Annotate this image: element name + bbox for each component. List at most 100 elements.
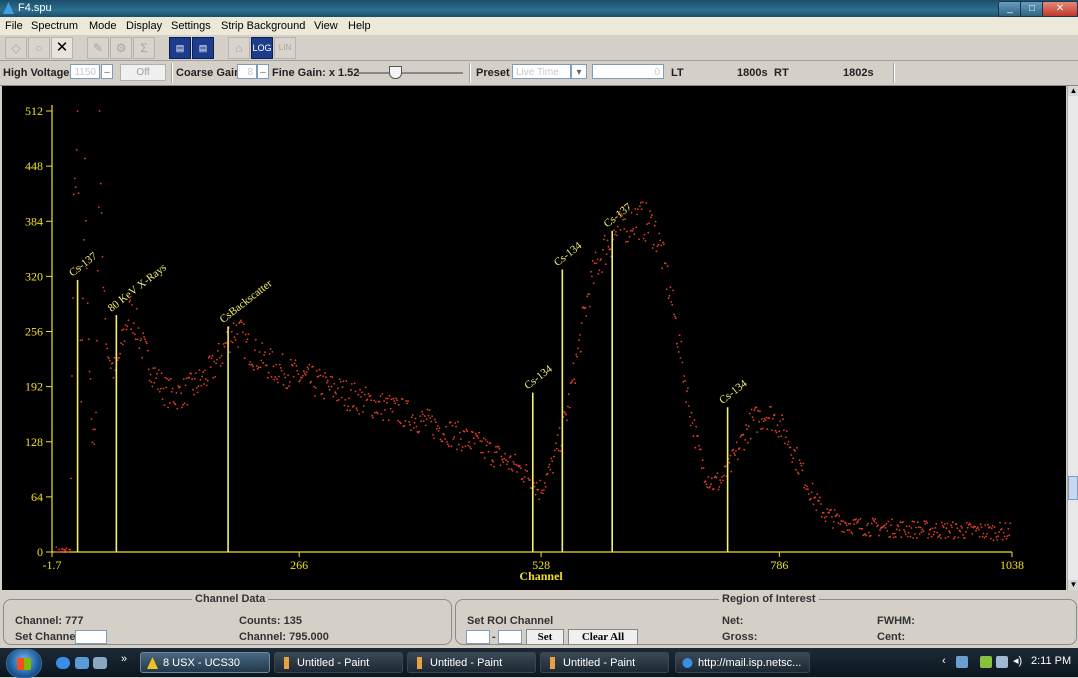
preset-select[interactable]: Live Time (512, 64, 571, 79)
pencil-icon[interactable]: ✎ (87, 37, 109, 59)
minimize-button[interactable]: _ (998, 1, 1022, 17)
data-point (259, 366, 262, 368)
move-icon[interactable]: ◇ (5, 37, 27, 59)
vertical-scrollbar[interactable]: ▲ ▼ (1067, 86, 1078, 590)
taskbar-item[interactable]: http://mail.isp.netsc... (675, 652, 810, 673)
doc-copy-icon[interactable]: ▤ (192, 37, 214, 59)
menu-file[interactable]: File (5, 20, 23, 32)
menu-mode[interactable]: Mode (89, 20, 117, 32)
roi-end-input[interactable] (498, 630, 522, 644)
data-point (897, 525, 900, 528)
data-point (579, 350, 582, 353)
sigma-icon[interactable]: Σ (133, 37, 155, 59)
data-point (874, 518, 877, 520)
data-point (104, 318, 107, 320)
close-x-icon[interactable]: ✕ (51, 37, 73, 59)
data-point (73, 193, 75, 196)
data-point (945, 527, 948, 530)
scroll-up-icon[interactable]: ▲ (1068, 86, 1078, 96)
coarse-gain-spinner[interactable]: ‒ (257, 64, 269, 79)
menu-view[interactable]: View (314, 20, 338, 32)
set-roi-button[interactable]: Set (526, 629, 564, 645)
close-button[interactable]: ✕ (1042, 1, 1078, 17)
coarse-gain-field[interactable]: 8 (237, 64, 257, 79)
data-point (70, 477, 72, 480)
update-icon[interactable] (980, 656, 992, 668)
tray-chevron-icon[interactable]: ‹ (942, 655, 946, 667)
menu-strip-background[interactable]: Strip Background (221, 20, 305, 32)
taskbar-item[interactable]: 8 USX - UCS30 (140, 652, 270, 673)
data-point (427, 414, 430, 417)
taskbar-item[interactable]: Untitled - Paint (407, 652, 536, 673)
data-point (586, 295, 589, 298)
gear-icon[interactable]: ⚙ (110, 37, 132, 59)
taskbar-item[interactable]: Untitled - Paint (540, 652, 669, 673)
switch-windows-icon[interactable] (93, 657, 107, 669)
lin-scale-icon[interactable]: LIN (274, 37, 296, 59)
high-voltage-spinner[interactable]: ‒ (101, 64, 113, 79)
high-voltage-toggle[interactable]: Off (120, 64, 166, 81)
preset-value-field[interactable]: 0 (592, 64, 664, 79)
data-point (652, 243, 655, 246)
menu-display[interactable]: Display (126, 20, 162, 32)
data-point (62, 550, 65, 553)
network-icon[interactable] (956, 656, 968, 668)
start-button[interactable] (6, 649, 42, 678)
data-point (90, 418, 93, 420)
data-point (194, 372, 197, 374)
data-point (304, 373, 307, 376)
paint-icon (284, 657, 289, 669)
data-point (164, 376, 167, 379)
data-point (519, 464, 521, 467)
scroll-down-icon[interactable]: ▼ (1068, 580, 1078, 590)
data-point (87, 338, 90, 341)
spectrum-chart[interactable]: 064128192256320384448512-1.7 266 528 786 103… (2, 86, 1066, 590)
data-point (899, 521, 902, 524)
data-point (878, 534, 880, 537)
roi-start-input[interactable] (466, 630, 490, 644)
data-point (318, 368, 321, 371)
high-voltage-field[interactable]: 1150 (70, 64, 100, 79)
menu-help[interactable]: Help (348, 20, 371, 32)
scroll-thumb[interactable] (1068, 476, 1078, 500)
set-channel-input[interactable] (75, 630, 107, 644)
data-point (716, 472, 719, 475)
circle-icon[interactable]: ○ (28, 37, 50, 59)
maximize-button[interactable]: □ (1020, 1, 1044, 17)
divider (893, 63, 895, 83)
data-point (830, 509, 832, 511)
clock[interactable]: 2:11 PM (1031, 655, 1071, 667)
display-icon[interactable] (996, 656, 1008, 668)
data-point (138, 347, 141, 350)
fine-gain-slider[interactable] (389, 66, 402, 79)
data-point (538, 498, 541, 501)
data-point (505, 459, 507, 462)
data-point (676, 346, 679, 348)
x-tick-label: -1.7 (43, 558, 62, 572)
ie-icon[interactable] (56, 657, 70, 669)
taskbar-item[interactable]: Untitled - Paint (274, 652, 403, 673)
menu-settings[interactable]: Settings (171, 20, 211, 32)
data-point (910, 527, 913, 529)
quick-launch-chevron-icon[interactable]: » (121, 653, 127, 665)
y-tick-label: 64 (31, 490, 43, 504)
data-point (162, 387, 165, 390)
data-point (811, 482, 814, 485)
spectrum-plot[interactable]: 0 64 128 192 256 320 384 448 512 -1.7 266 528 786 103… (2, 86, 1066, 590)
data-point (308, 363, 311, 366)
doc-icon[interactable]: ▤ (169, 37, 191, 59)
data-point (366, 398, 369, 401)
log-scale-icon[interactable]: LOG (251, 37, 273, 59)
data-point (642, 237, 645, 240)
data-point (521, 477, 524, 480)
clear-all-button[interactable]: Clear All (568, 629, 638, 645)
chevron-down-icon[interactable]: ▾ (571, 64, 587, 79)
data-point (151, 385, 154, 388)
volume-icon[interactable]: ◂) (1013, 654, 1022, 667)
show-desktop-icon[interactable] (75, 657, 89, 669)
data-point (197, 385, 200, 388)
data-point (979, 523, 982, 526)
home-icon[interactable]: ⌂ (228, 37, 250, 59)
peak-label: Cs-137 (67, 250, 100, 279)
menu-spectrum[interactable]: Spectrum (31, 20, 78, 32)
